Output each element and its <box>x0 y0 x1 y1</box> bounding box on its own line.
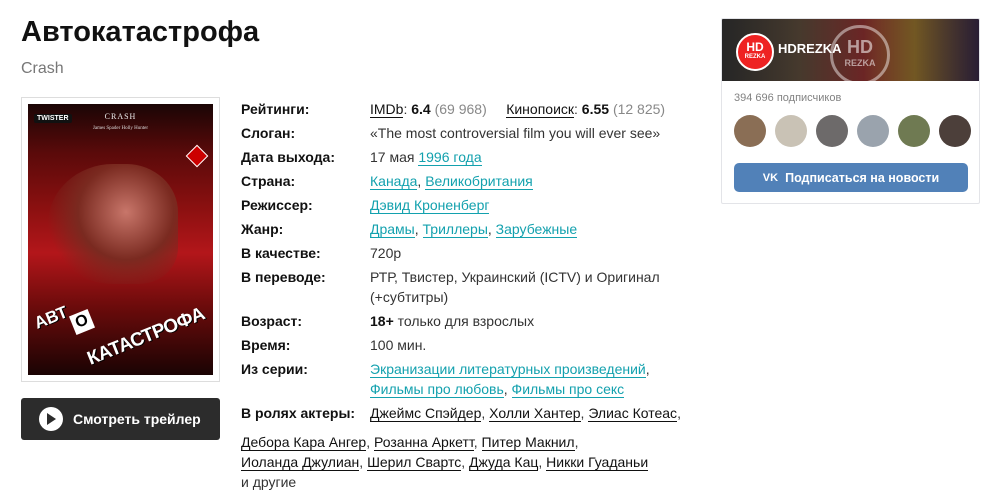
director-link[interactable]: Дэвид Кроненберг <box>370 197 490 214</box>
series-link[interactable]: Экранизации литературных произведений <box>370 361 646 378</box>
actor-link[interactable]: Иоланда Джулиан <box>241 454 360 471</box>
series-label: Из серии: <box>241 361 308 377</box>
quality-value: 720p <box>370 245 402 261</box>
vk-subscribe-label: Подписаться на новости <box>785 170 940 185</box>
country-label: Страна: <box>241 173 296 189</box>
genre-link[interactable]: Драмы <box>370 221 415 238</box>
cast-more: и другие <box>241 474 297 490</box>
info-row-genre: Жанр: Драмы, Триллеры, Зарубежные <box>241 219 815 243</box>
avatar[interactable] <box>816 115 848 147</box>
kinopoisk-rating: 6.55 <box>581 101 610 117</box>
watch-trailer-button[interactable]: Смотреть трейлер <box>21 398 220 440</box>
slogan-label: Слоган: <box>241 125 296 141</box>
age-label: Возраст: <box>241 313 303 329</box>
cast-label: В ролях актеры: <box>241 405 356 421</box>
avatar[interactable] <box>939 115 971 147</box>
actor-link[interactable]: Джуда Кац <box>469 454 539 471</box>
vk-subscribe-button[interactable]: VK Подписаться на новости <box>734 163 968 192</box>
vk-group-name[interactable]: HDREZKA <box>778 41 842 56</box>
vk-cover-image[interactable]: HD REZKA HD REZKA HDREZKA <box>722 19 979 85</box>
poster-dvd-badge <box>185 144 209 168</box>
kinopoisk-link[interactable]: Кинопоиск <box>506 101 575 118</box>
vk-logo-icon: VK <box>762 171 779 184</box>
duration-label: Время: <box>241 337 291 353</box>
actor-link[interactable]: Дебора Кара Ангер <box>241 434 367 451</box>
age-text: только для взрослых <box>397 313 535 329</box>
director-label: Режиссер: <box>241 197 313 213</box>
age-value: 18+ только для взрослых <box>370 311 815 335</box>
age-rating: 18+ <box>370 313 394 329</box>
country-link[interactable]: Великобритания <box>425 173 533 190</box>
poster-title-text: CRASH <box>104 112 137 121</box>
vk-badge-rezka: REZKA <box>744 54 766 60</box>
release-label: Дата выхода: <box>241 149 335 165</box>
actor-link[interactable]: Холли Хантер <box>489 405 581 422</box>
country-link[interactable]: Канада <box>370 173 418 190</box>
info-row-duration: Время: 100 мин. <box>241 335 815 359</box>
genre-value: Драмы, Триллеры, Зарубежные <box>370 221 578 238</box>
imdb-link[interactable]: IMDb <box>370 101 404 118</box>
info-row-age: Возраст: 18+ только для взрослых <box>241 311 815 335</box>
poster-names-text: James Spader Holly Hunter <box>92 126 149 131</box>
actor-link[interactable]: Никки Гуаданьи <box>546 454 649 471</box>
poster[interactable]: TWISTER CRASH James Spader Holly Hunter … <box>21 97 220 382</box>
avatar[interactable] <box>775 115 807 147</box>
vk-group-avatar[interactable]: HD REZKA <box>736 33 774 71</box>
release-date: 17 мая <box>370 149 415 165</box>
duration-value: 100 мин. <box>370 337 427 353</box>
poster-figure <box>48 164 178 284</box>
play-icon <box>39 407 63 431</box>
actor-link[interactable]: Шерил Свартс <box>367 454 462 471</box>
watch-trailer-label: Смотреть трейлер <box>73 411 201 427</box>
avatar[interactable] <box>857 115 889 147</box>
info-row-series: Из серии: Экранизации литературных произ… <box>241 359 815 403</box>
series-link[interactable]: Фильмы про любовь <box>370 381 504 398</box>
cast-value: Джеймс Спэйдер, Холли Хантер, Элиас Коте… <box>370 405 681 422</box>
vk-watermark-hd: HD <box>847 37 873 57</box>
poster-big-title-2: КАТАСТРОФА <box>84 303 208 370</box>
translation-line-1: РТР, Твистер, Украинский (ICTV) и Оригин… <box>370 269 660 285</box>
actor-link[interactable]: Элиас Котеас <box>588 405 678 422</box>
vk-subscriber-count: 394 696 подписчиков <box>734 92 842 104</box>
info-row-cast: В ролях актеры: Джеймс Спэйдер, Холли Ха… <box>241 403 815 427</box>
translation-line-2: (+субтитры) <box>370 289 449 305</box>
poster-image: TWISTER CRASH James Spader Holly Hunter … <box>28 104 213 375</box>
genre-link[interactable]: Зарубежные <box>495 221 578 238</box>
series-value: Экранизации литературных произведений, Ф… <box>370 361 650 398</box>
series-link[interactable]: Фильмы про секс <box>511 381 625 398</box>
vk-badge-hd: HD <box>746 40 764 54</box>
imdb-votes: (69 968) <box>434 101 487 117</box>
poster-big-title-o: О <box>68 308 96 336</box>
poster-big-title-1: АВТ <box>31 302 71 333</box>
release-year-link[interactable]: 1996 года <box>418 149 482 166</box>
genre-label: Жанр: <box>241 221 284 237</box>
genre-link[interactable]: Триллеры <box>422 221 488 238</box>
translation-value: РТР, Твистер, Украинский (ICTV) и Оригин… <box>370 267 815 311</box>
avatar[interactable] <box>734 115 766 147</box>
vk-watermark-rezka: REZKA <box>844 58 876 68</box>
imdb-rating: 6.4 <box>411 101 431 117</box>
info-row-quality: В качестве: 720p <box>241 243 815 267</box>
movie-original-title: Crash <box>21 60 64 77</box>
vk-member-avatars <box>734 115 971 147</box>
quality-label: В качестве: <box>241 245 321 261</box>
ratings-label: Рейтинги: <box>241 101 310 117</box>
info-row-translation: В переводе: РТР, Твистер, Украинский (IC… <box>241 267 815 311</box>
translation-label: В переводе: <box>241 269 326 285</box>
actor-link[interactable]: Питер Макнил <box>481 434 575 451</box>
avatar[interactable] <box>898 115 930 147</box>
movie-title: Автокатастрофа <box>21 16 260 48</box>
vk-group-widget: HD REZKA HD REZKA HDREZKA 394 696 подпис… <box>721 18 980 204</box>
actor-link[interactable]: Джеймс Спэйдер <box>370 405 482 422</box>
kinopoisk-votes: (12 825) <box>612 101 666 117</box>
actor-link[interactable]: Розанна Аркетт <box>374 434 474 451</box>
cast-continued: Дебора Кара Ангер, Розанна Аркетт, Питер… <box>241 434 649 490</box>
